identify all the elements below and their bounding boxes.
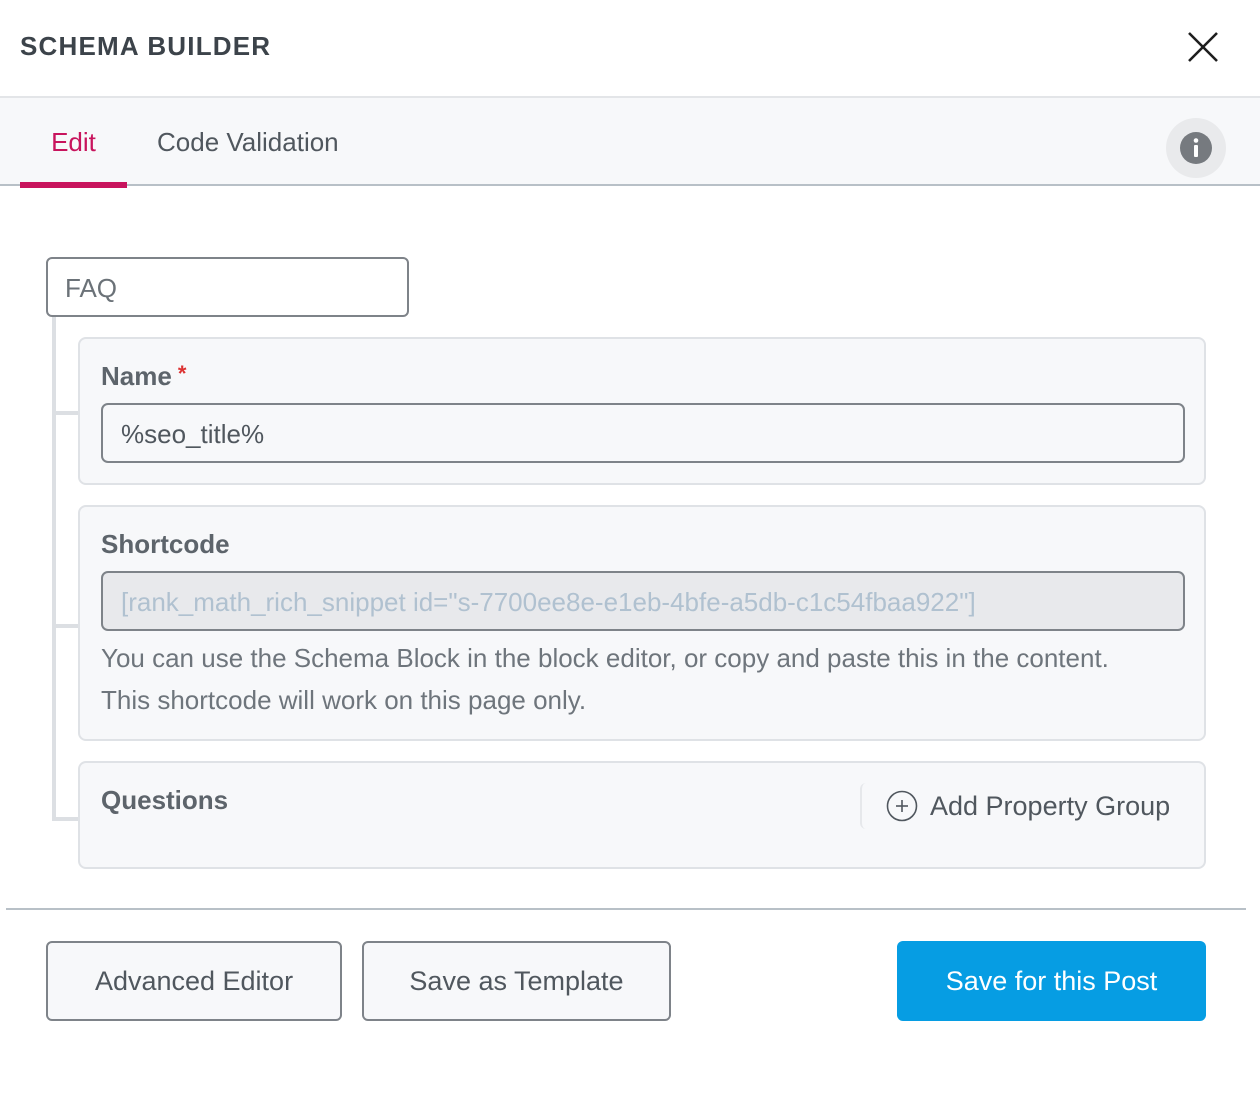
name-field-card: Name * %seo_title% bbox=[78, 337, 1206, 485]
questions-group-card: Questions Add Property Group bbox=[78, 761, 1206, 869]
name-label: Name * bbox=[101, 361, 186, 392]
plus-circle-icon bbox=[886, 790, 918, 822]
tree-connector-line bbox=[52, 315, 56, 821]
tab-code-validation-label: Code Validation bbox=[157, 126, 339, 157]
add-property-group-label: Add Property Group bbox=[930, 790, 1171, 821]
tab-edit-label: Edit bbox=[51, 126, 96, 157]
save-as-template-button[interactable]: Save as Template bbox=[362, 941, 671, 1021]
schema-builder-modal: SCHEMA BUILDER Edit Code Validation FAQ bbox=[0, 0, 1260, 1102]
shortcode-help-text: You can use the Schema Block in the bloc… bbox=[101, 643, 1109, 715]
info-icon bbox=[1180, 132, 1212, 164]
advanced-editor-button[interactable]: Advanced Editor bbox=[46, 941, 342, 1021]
required-marker: * bbox=[177, 361, 187, 386]
shortcode-label: Shortcode bbox=[101, 529, 230, 559]
footer-divider bbox=[6, 908, 1246, 910]
schema-type-label[interactable]: FAQ bbox=[46, 257, 409, 317]
close-icon bbox=[1188, 32, 1218, 62]
tab-bar: Edit Code Validation bbox=[0, 98, 1260, 188]
tree-branch-shortcode bbox=[52, 624, 80, 628]
questions-label: Questions bbox=[101, 785, 229, 815]
name-input[interactable]: %seo_title% bbox=[101, 403, 1185, 463]
close-button[interactable] bbox=[1180, 24, 1226, 70]
tab-edit[interactable]: Edit bbox=[20, 98, 127, 188]
tab-code-validation[interactable]: Code Validation bbox=[157, 98, 339, 186]
active-tab-indicator bbox=[20, 182, 127, 188]
save-for-post-button[interactable]: Save for this Post bbox=[897, 941, 1206, 1021]
shortcode-input[interactable]: [rank_math_rich_snippet id="s-7700ee8e-e… bbox=[101, 571, 1185, 631]
info-button[interactable] bbox=[1166, 118, 1226, 178]
shortcode-field-card: Shortcode [rank_math_rich_snippet id="s-… bbox=[78, 505, 1206, 741]
add-property-group-button[interactable]: Add Property Group bbox=[860, 783, 1190, 829]
name-label-text: Name bbox=[101, 361, 172, 391]
modal-header: SCHEMA BUILDER bbox=[0, 0, 1260, 98]
tree-branch-name bbox=[52, 411, 80, 415]
tree-branch-questions bbox=[52, 817, 80, 821]
modal-title: SCHEMA BUILDER bbox=[20, 31, 272, 61]
